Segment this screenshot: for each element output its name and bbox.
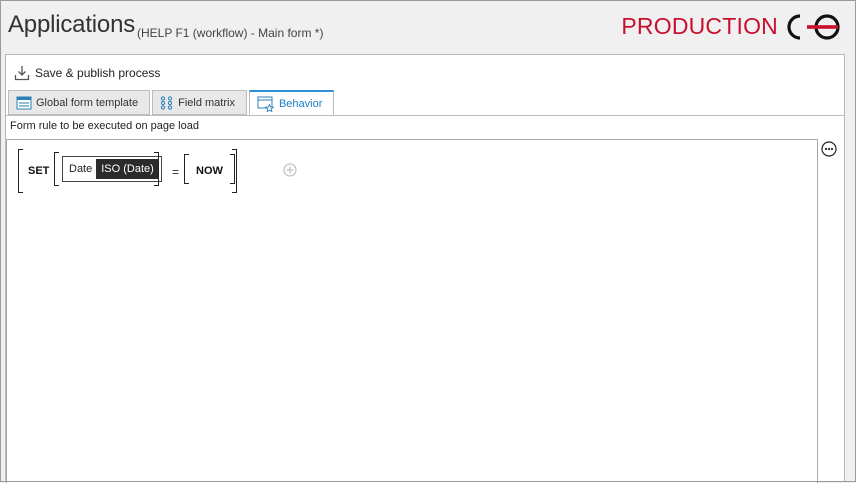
field-token[interactable]: Date ISO (Date) bbox=[62, 156, 162, 182]
save-publish-label: Save & publish process bbox=[35, 66, 161, 80]
tab-label: Global form template bbox=[36, 96, 139, 109]
rule-bracket-left bbox=[18, 149, 23, 193]
plus-circle-icon[interactable] bbox=[283, 163, 297, 177]
rule-editor[interactable] bbox=[6, 139, 818, 483]
designer-panel: Save & publish process Global form templ… bbox=[5, 54, 845, 483]
section-label: Form rule to be executed on page load bbox=[10, 120, 199, 132]
environment-label: PRODUCTION bbox=[621, 13, 778, 39]
form-template-icon bbox=[16, 96, 32, 109]
rule-operator: = bbox=[172, 165, 180, 179]
company-logo-icon bbox=[787, 14, 840, 40]
behavior-window-star-icon bbox=[257, 96, 275, 112]
field-bracket-left bbox=[54, 152, 59, 186]
download-tray-icon bbox=[14, 66, 30, 81]
tab-label: Behavior bbox=[278, 97, 323, 110]
rule-value[interactable]: NOW bbox=[196, 165, 223, 177]
rule-keyword: SET bbox=[28, 165, 50, 177]
tab-content-divider bbox=[6, 115, 844, 116]
app-header: Applications (HELP F1 (workflow) - Main … bbox=[0, 0, 856, 54]
page-title: Applications bbox=[8, 11, 136, 38]
page-subtitle: (HELP F1 (workflow) - Main form *) bbox=[137, 26, 324, 40]
value-bracket-left bbox=[184, 154, 189, 184]
tab-global-form-template[interactable]: Global form template bbox=[8, 90, 151, 115]
field-name: Date bbox=[69, 163, 93, 175]
field-matrix-icon bbox=[161, 95, 173, 110]
save-publish-button[interactable]: Save & publish process bbox=[14, 63, 160, 83]
ellipsis-icon[interactable] bbox=[821, 141, 837, 157]
rule-bracket-right bbox=[232, 149, 237, 193]
field-bracket-right bbox=[154, 152, 159, 186]
tab-bar: Global form template Field matrix Behavi… bbox=[8, 90, 336, 116]
tab-field-matrix[interactable]: Field matrix bbox=[152, 90, 247, 115]
field-type-badge: ISO (Date) bbox=[96, 159, 159, 179]
tab-behavior[interactable]: Behavior bbox=[248, 90, 335, 116]
tab-label: Field matrix bbox=[178, 96, 235, 109]
